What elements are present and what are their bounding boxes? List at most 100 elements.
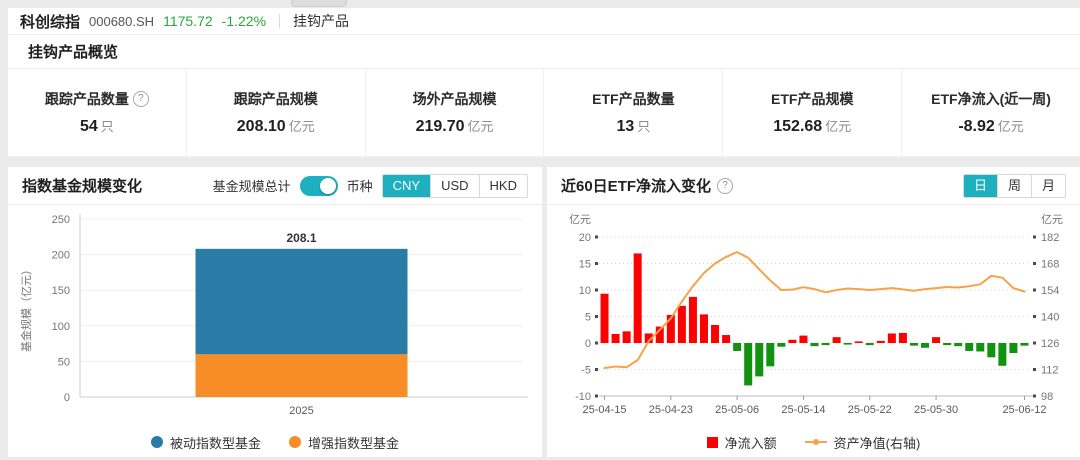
svg-text:25-04-23: 25-04-23 xyxy=(649,404,693,416)
netflow-bar xyxy=(855,341,863,343)
netflow-bar xyxy=(976,343,984,351)
legend-label: 净流入额 xyxy=(725,433,777,452)
svg-text:20: 20 xyxy=(579,232,591,244)
help-icon[interactable]: ? xyxy=(133,91,149,107)
netflow-bar xyxy=(833,337,841,343)
charts-row: 指数基金规模变化 基金规模总计 币种 CNYUSDHKD 05010015020… xyxy=(8,167,1080,457)
svg-text:50: 50 xyxy=(58,356,70,368)
x-category-label: 2025 xyxy=(289,405,313,417)
index-code: 000680.SH xyxy=(89,14,154,29)
netflow-bar xyxy=(711,325,719,343)
stat-cell: 跟踪产品规模208.10亿元 xyxy=(187,69,366,156)
etf-netflow-legend: 净流入额 资产净值(右轴) xyxy=(547,427,1080,457)
netflow-bar xyxy=(634,253,642,343)
index-price: 1175.72 xyxy=(163,13,213,29)
stack-segment xyxy=(196,354,408,397)
legend-item[interactable]: 增强指数型基金 xyxy=(289,433,399,452)
netflow-bar xyxy=(921,343,929,348)
netflow-bars xyxy=(601,253,1029,385)
netflow-bar xyxy=(755,343,763,376)
fund-scale-controls: 基金规模总计 币种 CNYUSDHKD xyxy=(213,174,528,198)
netflow-bar xyxy=(722,335,730,343)
svg-text:5: 5 xyxy=(585,312,591,324)
svg-text:250: 250 xyxy=(52,214,70,226)
netflow-bar xyxy=(1009,343,1017,353)
legend-item[interactable]: 净流入额 xyxy=(707,433,777,452)
fund-scale-legend: 被动指数型基金 增强指数型基金 xyxy=(8,427,542,457)
netflow-bar xyxy=(811,343,819,346)
tab-linked-products[interactable]: 挂钩产品 xyxy=(293,11,349,31)
period-option-月[interactable]: 月 xyxy=(1031,175,1065,197)
netflow-bar xyxy=(744,343,752,385)
index-name: 科创综指 xyxy=(20,11,80,32)
period-option-日[interactable]: 日 xyxy=(964,175,997,197)
fund-scale-panel-title: 指数基金规模变化 xyxy=(22,175,142,196)
netflow-bar xyxy=(844,343,852,345)
etf-netflow-panel-title: 近60日ETF净流入变化 ? xyxy=(561,175,733,196)
netflow-bar xyxy=(623,331,631,343)
period-option-周[interactable]: 周 xyxy=(997,175,1031,197)
netflow-bar xyxy=(888,333,896,343)
svg-text:0: 0 xyxy=(64,392,70,404)
currency-option-USD[interactable]: USD xyxy=(430,175,478,197)
netflow-bar xyxy=(932,337,940,343)
stat-value: 54只 xyxy=(80,116,114,136)
index-header-bar: 科创综指 000680.SH 1175.72 -1.22% 挂钩产品 xyxy=(8,8,1080,35)
netflow-bar xyxy=(678,306,686,343)
netflow-bar xyxy=(766,343,774,366)
svg-text:200: 200 xyxy=(52,250,70,262)
stat-label: ETF产品数量 xyxy=(592,89,674,109)
stat-label: ETF净流入(近一周) xyxy=(931,89,1051,109)
svg-text:15: 15 xyxy=(579,259,591,271)
currency-option-HKD[interactable]: HKD xyxy=(479,175,527,197)
bar-total-label: 208.1 xyxy=(286,231,316,245)
currency-option-CNY[interactable]: CNY xyxy=(383,175,430,197)
stat-value: 208.10亿元 xyxy=(237,116,315,136)
top-tab-fragment xyxy=(291,0,347,7)
legend-square xyxy=(707,437,718,448)
stat-cell: 场外产品规模219.70亿元 xyxy=(366,69,545,156)
content-area: 科创综指 000680.SH 1175.72 -1.22% 挂钩产品 挂钩产品概… xyxy=(8,8,1080,455)
stat-cell: ETF产品规模152.68亿元 xyxy=(723,69,902,156)
svg-text:25-04-15: 25-04-15 xyxy=(583,404,627,416)
netflow-bar xyxy=(733,343,741,351)
svg-text:98: 98 xyxy=(1041,391,1053,403)
svg-text:25-05-22: 25-05-22 xyxy=(848,404,892,416)
stack-segment xyxy=(196,249,408,354)
currency-segmented-control: CNYUSDHKD xyxy=(382,174,528,198)
svg-text:126: 126 xyxy=(1041,338,1059,350)
stat-label: ETF产品规模 xyxy=(771,89,853,109)
netflow-bar xyxy=(700,314,708,343)
netflow-bar xyxy=(612,334,620,343)
legend-label: 增强指数型基金 xyxy=(308,433,399,452)
stat-value: 13只 xyxy=(616,116,650,136)
netflow-bar xyxy=(822,343,830,345)
etf-netflow-chart: 20182151681015451400126-5112-1098亿元亿元25-… xyxy=(547,205,1080,427)
toggle-knob xyxy=(320,178,336,194)
stat-cell: 跟踪产品数量? 54只 xyxy=(8,69,187,156)
netflow-bar xyxy=(877,341,885,343)
netflow-bar xyxy=(601,294,609,343)
help-icon[interactable]: ? xyxy=(717,178,733,194)
netflow-bar xyxy=(866,343,874,345)
stat-value: -8.92亿元 xyxy=(958,116,1023,136)
overview-section-title: 挂钩产品概览 xyxy=(8,35,1080,69)
netflow-bar xyxy=(777,343,785,347)
svg-text:25-05-06: 25-05-06 xyxy=(715,404,759,416)
fund-scale-panel: 指数基金规模变化 基金规模总计 币种 CNYUSDHKD 05010015020… xyxy=(8,167,542,457)
stat-value: 219.70亿元 xyxy=(416,116,494,136)
etf-netflow-title-text: 近60日ETF净流入变化 xyxy=(561,175,711,196)
vertical-divider xyxy=(279,14,280,28)
stat-label: 跟踪产品数量? xyxy=(45,89,149,109)
legend-label: 被动指数型基金 xyxy=(170,433,261,452)
svg-text:-5: -5 xyxy=(581,365,591,377)
fund-scale-total-toggle[interactable] xyxy=(300,176,338,196)
legend-item[interactable]: 被动指数型基金 xyxy=(151,433,261,452)
netflow-bar xyxy=(943,343,951,345)
svg-text:112: 112 xyxy=(1041,365,1059,377)
legend-item[interactable]: 资产净值(右轴) xyxy=(805,433,921,452)
svg-text:基金规模（亿元）: 基金规模（亿元） xyxy=(19,264,33,352)
svg-text:150: 150 xyxy=(52,285,70,297)
overview-stats-row: 跟踪产品数量? 54只 跟踪产品规模208.10亿元场外产品规模219.70亿元 ET… xyxy=(8,69,1080,157)
legend-line-marker xyxy=(805,441,827,443)
